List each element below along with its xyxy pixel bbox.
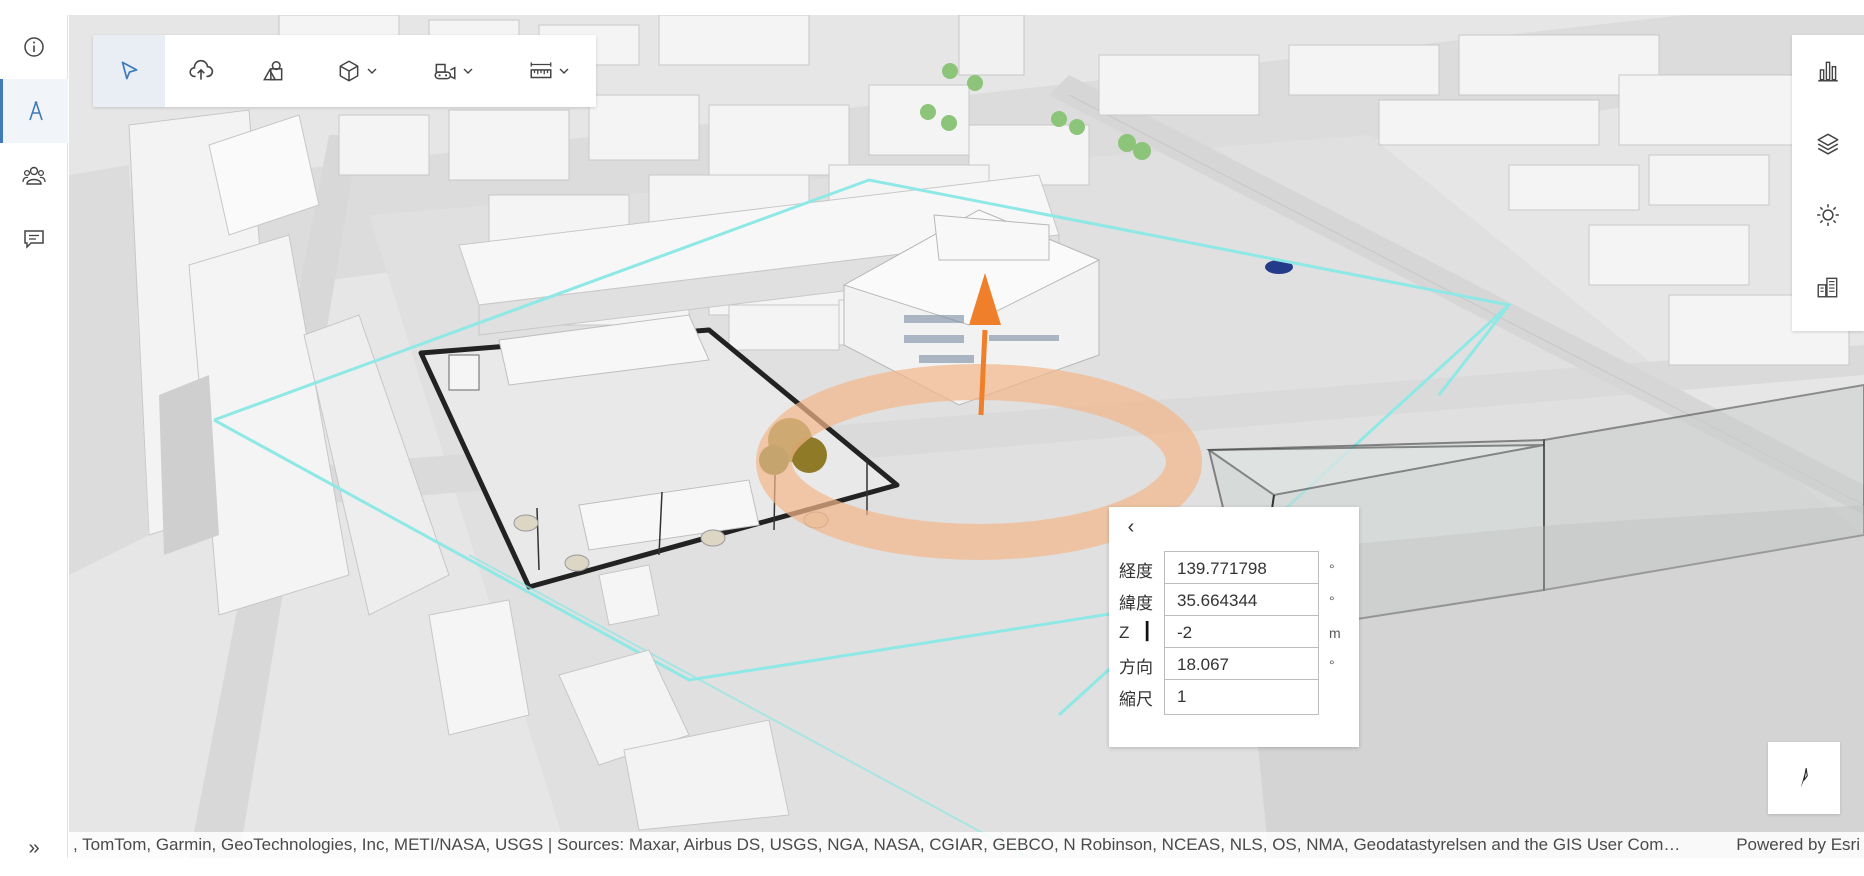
upload-icon [189,59,214,80]
people-icon [22,166,46,185]
left-rail [0,15,68,858]
map-view[interactable]: ‹ 経度 ° 緯度 ° Z m 方向 ° 縮尺 [69,15,1864,858]
comment-icon [24,230,44,249]
measure-icon [529,62,552,79]
top-toolbar [93,35,596,107]
scene-3d [69,15,1864,858]
info-icon [24,37,44,57]
draw-icon [28,101,43,121]
info-button[interactable] [0,15,68,79]
upload-tool-button[interactable] [165,35,237,107]
chevron-down-icon [559,68,568,74]
shapes-icon [263,61,283,81]
expand-icon: » [28,836,40,859]
measure-tool-dropdown[interactable] [501,35,596,107]
heading-input[interactable] [1164,647,1319,683]
latitude-label: 緯度 [1119,593,1153,613]
people-button[interactable] [0,143,68,207]
scale-row: 縮尺 [1119,679,1354,715]
back-button[interactable]: ‹ [1119,515,1143,539]
z-unit: m [1329,625,1341,641]
longitude-label: 経度 [1119,561,1153,581]
layers-button[interactable] [1792,107,1864,179]
chart-icon [1818,61,1838,82]
heading-row: 方向 ° [1119,647,1354,683]
draw-button[interactable] [0,79,68,143]
chart-button[interactable] [1792,35,1864,107]
comment-button[interactable] [0,207,68,271]
buildings-button[interactable] [1792,251,1864,323]
heading-label: 方向 [1119,657,1153,677]
shapes-tool-button[interactable] [237,35,309,107]
layers-icon [1817,133,1839,155]
compass-button[interactable] [1768,742,1840,814]
attribution-sources[interactable]: , TomTom, Garmin, GeoTechnologies, Inc, … [73,835,1722,855]
cube-tool-dropdown[interactable] [309,35,405,107]
latitude-row: 緯度 ° [1119,583,1354,619]
chevron-down-icon [463,68,473,74]
longitude-input[interactable] [1164,551,1319,587]
select-tool-button[interactable] [93,35,165,107]
latitude-unit: ° [1329,593,1335,609]
longitude-row: 経度 ° [1119,551,1354,587]
expand-rail-button[interactable]: » [0,828,68,868]
app-root: » ‹ 経度 139.771798 ° 緯度 35.664344 ° Z -2 … [0,0,1864,876]
daylight-button[interactable] [1792,179,1864,251]
bulldozer-icon [434,63,456,80]
buildings-icon [1817,277,1838,298]
scale-input[interactable] [1164,679,1319,715]
attribution-bar: , TomTom, Garmin, GeoTechnologies, Inc, … [69,832,1864,858]
sun-icon [1817,204,1839,226]
cube-icon [339,60,359,82]
select-icon [121,61,138,80]
powered-by-esri[interactable]: Powered by Esri [1722,835,1860,855]
heading-unit: ° [1329,657,1335,673]
z-label: Z [1119,623,1130,642]
z-input[interactable] [1164,615,1319,651]
bulldozer-tool-dropdown[interactable] [405,35,501,107]
chevron-down-icon [367,68,377,74]
scale-label: 縮尺 [1119,689,1153,709]
chevron-left-icon: ‹ [1127,515,1135,538]
compass-icon [1800,768,1808,788]
text-cursor-icon: I [1143,615,1152,648]
right-tool-panel [1792,35,1864,331]
longitude-unit: ° [1329,561,1335,577]
latitude-input[interactable] [1164,583,1319,619]
z-row: Z m [1119,615,1354,651]
